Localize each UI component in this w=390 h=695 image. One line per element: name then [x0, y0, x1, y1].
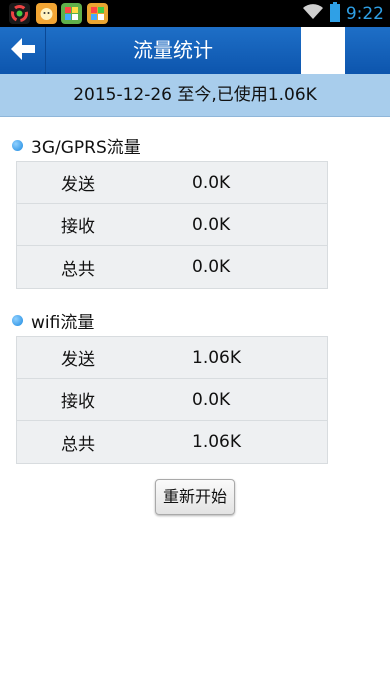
table-row: 发送 1.06K — [17, 337, 327, 379]
wifi-section-label: wifi流量 — [31, 313, 95, 333]
title-bar: 流量统计 — [0, 27, 390, 74]
row-value: 0.0K — [192, 389, 231, 410]
table-row: 总共 1.06K — [17, 421, 327, 463]
app-icon — [36, 3, 57, 24]
bullet-dot-icon — [12, 140, 23, 151]
wifi-traffic-table: 发送 1.06K 接收 0.0K 总共 1.06K — [16, 336, 328, 464]
table-row: 总共 0.0K — [17, 246, 327, 288]
gprs-section-label: 3G/GPRS流量 — [31, 138, 141, 158]
gprs-traffic-table: 发送 0.0K 接收 0.0K 总共 0.0K — [16, 161, 328, 289]
app-icon — [87, 3, 108, 24]
wifi-icon — [302, 3, 324, 25]
row-value: 1.06K — [192, 432, 241, 452]
app-icon — [9, 3, 30, 24]
row-label: 发送 — [61, 175, 95, 195]
page-title: 流量统计 — [133, 38, 213, 62]
row-label: 发送 — [61, 350, 95, 370]
row-label: 接收 — [61, 392, 95, 412]
row-label: 接收 — [61, 217, 95, 237]
table-row: 接收 0.0K — [17, 379, 327, 421]
bullet-dot-icon — [12, 315, 23, 326]
usage-summary: 2015-12-26 至今,已使用1.06K — [0, 74, 390, 117]
battery-icon — [329, 1, 340, 26]
header-action-area[interactable] — [301, 27, 345, 74]
back-button[interactable] — [0, 27, 46, 74]
reset-button[interactable]: 重新开始 — [155, 479, 235, 515]
table-row: 发送 0.0K — [17, 162, 327, 204]
row-label: 总共 — [61, 259, 95, 280]
wifi-section-title: wifi流量 — [12, 308, 94, 333]
row-value: 1.06K — [192, 347, 241, 368]
app-icon — [61, 3, 82, 24]
row-value: 0.0K — [192, 172, 231, 193]
row-label: 总共 — [61, 434, 95, 455]
back-arrow-icon — [9, 36, 37, 66]
gprs-section-title: 3G/GPRS流量 — [12, 133, 141, 158]
status-bar: 9:22 — [0, 0, 390, 27]
table-row: 接收 0.0K — [17, 204, 327, 246]
row-value: 0.0K — [192, 257, 231, 277]
row-value: 0.0K — [192, 214, 231, 235]
status-time: 9:22 — [345, 3, 384, 24]
